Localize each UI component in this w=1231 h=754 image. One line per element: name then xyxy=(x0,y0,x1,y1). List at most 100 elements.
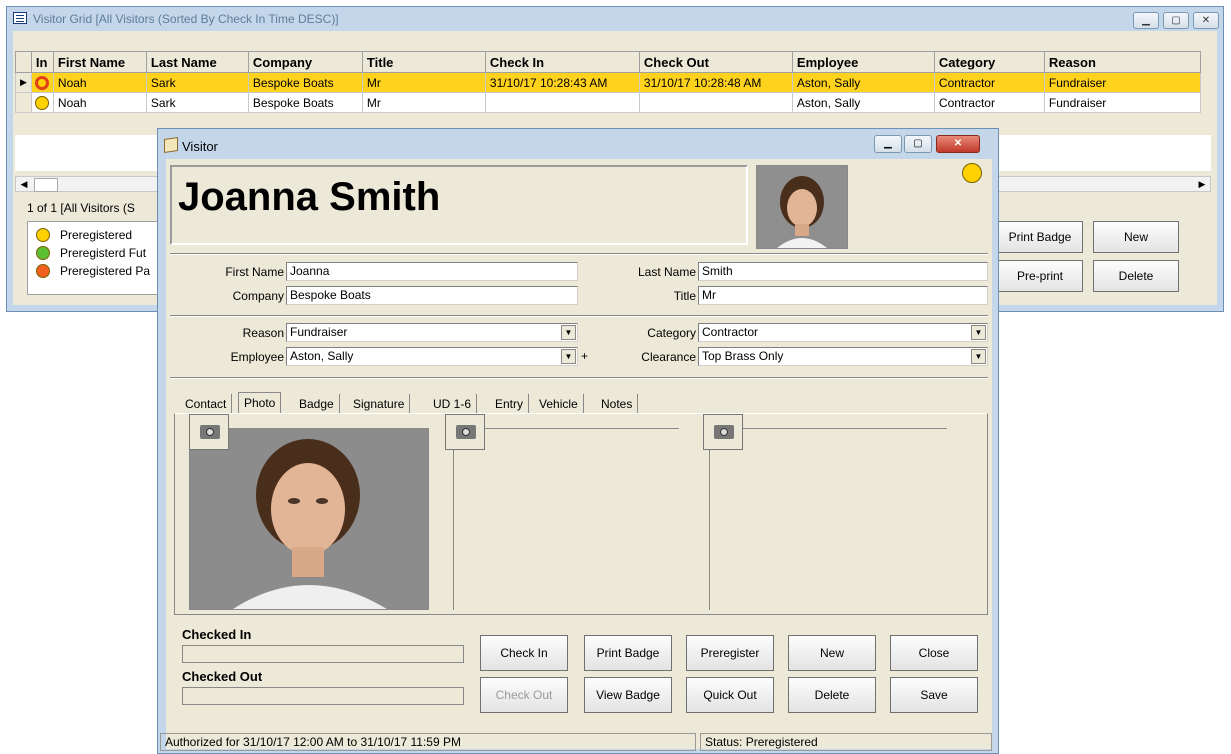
name-panel: Joanna Smith xyxy=(170,165,748,245)
grid-window-title: Visitor Grid [All Visitors (Sorted By Ch… xyxy=(33,12,339,26)
tab-signature[interactable]: Signature xyxy=(348,394,411,414)
visitor-full-name: Joanna Smith xyxy=(178,175,441,219)
main-photo[interactable] xyxy=(189,428,429,610)
scroll-right-icon[interactable]: ▶ xyxy=(1194,177,1210,191)
company-field[interactable]: Bespoke Boats xyxy=(286,286,578,305)
delete-button[interactable]: Delete xyxy=(788,677,876,713)
column-header[interactable]: Employee xyxy=(791,51,935,73)
tab-ud-1-6[interactable]: UD 1-6 xyxy=(428,394,478,414)
reason-select[interactable]: Fundraiser ▼ xyxy=(286,323,578,342)
cell-first-name: Noah xyxy=(52,72,147,93)
check-in-button[interactable]: Check In xyxy=(480,635,568,671)
last-name-field[interactable]: Smith xyxy=(698,262,988,281)
preregister-button[interactable]: Preregister xyxy=(686,635,774,671)
checked-in-label: Checked In xyxy=(182,627,252,642)
category-select[interactable]: Contractor ▼ xyxy=(698,323,988,342)
capture-photo-3-button[interactable] xyxy=(703,414,743,450)
title-field[interactable]: Mr xyxy=(698,286,988,305)
camera-icon xyxy=(200,425,220,439)
chevron-down-icon[interactable]: ▼ xyxy=(561,349,576,364)
maximize-icon[interactable]: ▢ xyxy=(904,135,932,153)
reason-label: Reason xyxy=(242,326,284,340)
reason-value: Fundraiser xyxy=(290,325,348,339)
tab-contact[interactable]: Contact xyxy=(180,394,233,414)
column-header[interactable]: Company xyxy=(247,51,363,73)
row-pointer-icon: ▶ xyxy=(15,72,32,93)
column-header[interactable]: Reason xyxy=(1043,51,1201,73)
row-indicator xyxy=(15,92,32,113)
status-dot-icon xyxy=(30,92,54,113)
tab-entry[interactable]: Entry xyxy=(490,394,530,414)
visitor-status: Status: Preregistered xyxy=(700,733,992,751)
category-label: Category xyxy=(647,326,696,340)
capture-photo-1-button[interactable] xyxy=(189,414,229,450)
grid-icon xyxy=(13,12,27,24)
divider xyxy=(170,377,988,379)
cell-last-name: Sark xyxy=(145,92,249,113)
tab-badge[interactable]: Badge xyxy=(294,394,340,414)
row-indicator-header xyxy=(15,51,32,73)
photo-slot-3[interactable] xyxy=(709,428,947,610)
scroll-thumb[interactable] xyxy=(34,178,58,192)
tab-photo[interactable]: Photo xyxy=(238,392,282,414)
employee-value: Aston, Sally xyxy=(290,349,354,363)
table-row[interactable]: ▶ Noah Sark Bespoke Boats Mr 31/10/17 10… xyxy=(15,72,1201,93)
grid-new-button[interactable]: New xyxy=(1093,221,1179,253)
maximize-icon[interactable]: ▢ xyxy=(1163,12,1189,29)
new-button[interactable]: New xyxy=(788,635,876,671)
tab-vehicle[interactable]: Vehicle xyxy=(534,394,584,414)
cell-title: Mr xyxy=(361,72,486,93)
view-badge-button[interactable]: View Badge xyxy=(584,677,672,713)
grid-record-count: 1 of 1 [All Visitors (S xyxy=(27,201,135,215)
grid-delete-button[interactable]: Delete xyxy=(1093,260,1179,292)
face-thumbnail xyxy=(757,166,847,248)
save-button[interactable]: Save xyxy=(890,677,978,713)
grid-title-bar[interactable]: Visitor Grid [All Visitors (Sorted By Ch… xyxy=(7,7,1223,31)
clearance-select[interactable]: Top Brass Only ▼ xyxy=(698,347,988,366)
table-row[interactable]: Noah Sark Bespoke Boats Mr Aston, Sally … xyxy=(15,92,1201,113)
divider xyxy=(170,315,988,317)
scroll-left-icon[interactable]: ◀ xyxy=(16,177,32,191)
grid-pre-print-button[interactable]: Pre-print xyxy=(997,260,1083,292)
close-button[interactable]: Close xyxy=(890,635,978,671)
column-header[interactable]: Category xyxy=(933,51,1045,73)
chevron-down-icon[interactable]: ▼ xyxy=(561,325,576,340)
column-header[interactable]: First Name xyxy=(52,51,147,73)
minimize-icon[interactable]: ▁ xyxy=(1133,12,1159,29)
grid-header-row: In First Name Last Name Company Title Ch… xyxy=(15,51,1201,73)
capture-photo-2-button[interactable] xyxy=(445,414,485,450)
camera-icon xyxy=(456,425,476,439)
tab-notes[interactable]: Notes xyxy=(596,394,639,414)
minimize-icon[interactable]: ▁ xyxy=(874,135,902,153)
employee-select[interactable]: Aston, Sally ▼ xyxy=(286,347,578,366)
photo-slot-2[interactable] xyxy=(453,428,679,610)
cell-company: Bespoke Boats xyxy=(247,92,363,113)
visitor-dialog-title: Visitor xyxy=(182,139,218,154)
cell-title: Mr xyxy=(361,92,486,113)
column-header[interactable]: Title xyxy=(361,51,486,73)
checked-out-label: Checked Out xyxy=(182,669,263,684)
cell-last-name: Sark xyxy=(145,72,249,93)
authorized-period: Authorized for 31/10/17 12:00 AM to 31/1… xyxy=(160,733,696,751)
chevron-down-icon[interactable]: ▼ xyxy=(971,349,986,364)
camera-icon xyxy=(714,425,734,439)
title-label: Title xyxy=(673,289,696,303)
column-header[interactable]: Check Out xyxy=(638,51,793,73)
category-value: Contractor xyxy=(702,325,759,339)
grid-print-badge-button[interactable]: Print Badge xyxy=(997,221,1083,253)
face-photo xyxy=(190,429,428,609)
first-name-field[interactable]: Joanna xyxy=(286,262,578,281)
print-badge-button[interactable]: Print Badge xyxy=(584,635,672,671)
close-icon[interactable]: ✕ xyxy=(1193,12,1219,29)
chevron-down-icon[interactable]: ▼ xyxy=(971,325,986,340)
cell-check-in xyxy=(484,92,640,113)
quick-out-button[interactable]: Quick Out xyxy=(686,677,774,713)
cell-reason: Fundraiser xyxy=(1043,92,1201,113)
visitor-thumbnail-photo[interactable] xyxy=(756,165,848,249)
column-header[interactable]: Last Name xyxy=(145,51,249,73)
close-icon[interactable]: ✕ xyxy=(936,135,980,153)
column-header[interactable]: In xyxy=(30,51,54,73)
check-out-button[interactable]: Check Out xyxy=(480,677,568,713)
column-header[interactable]: Check In xyxy=(484,51,640,73)
cell-first-name: Noah xyxy=(52,92,147,113)
